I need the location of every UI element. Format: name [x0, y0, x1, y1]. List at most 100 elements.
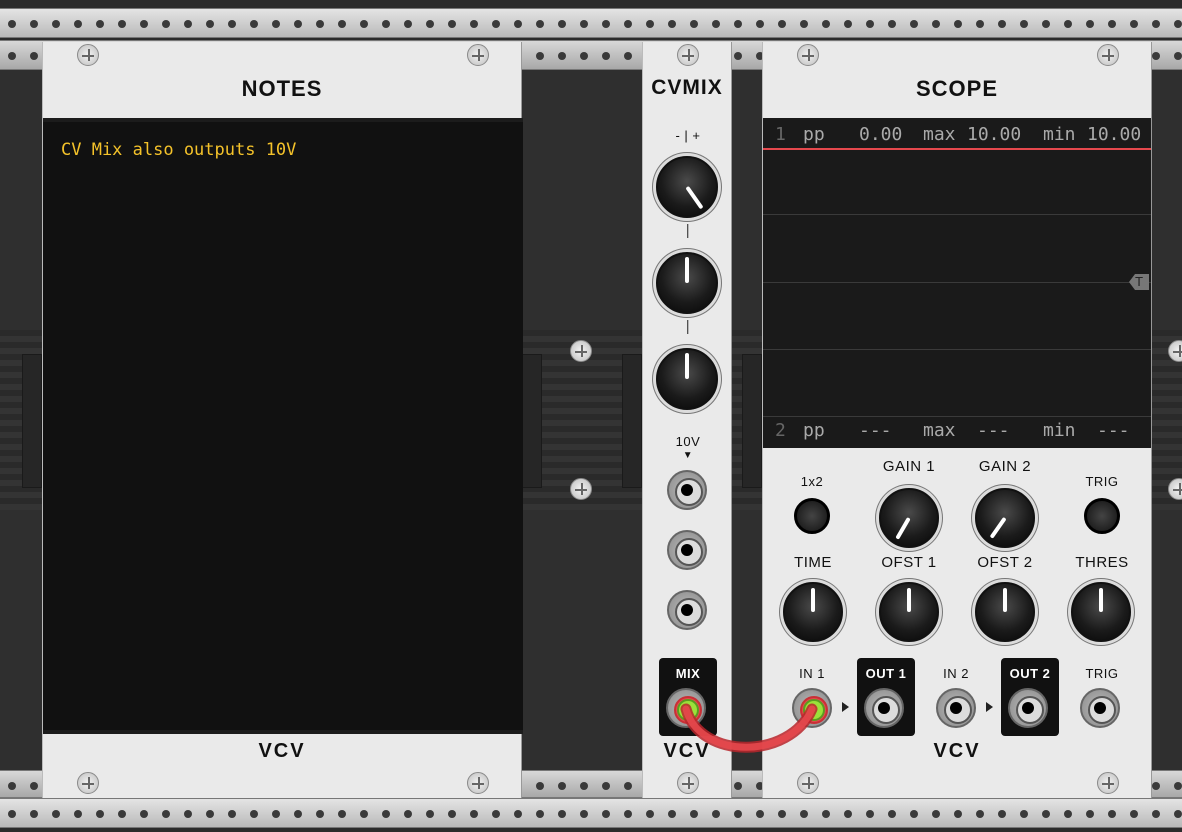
rail-hole [624, 20, 632, 28]
thres-knob[interactable] [1071, 582, 1131, 642]
rail-hole [624, 52, 632, 60]
plus-screw-icon [77, 44, 99, 66]
rail-hole [294, 20, 302, 28]
arrow-right-icon [842, 702, 849, 712]
rail-hole [118, 20, 126, 28]
rail-hole [1174, 810, 1182, 818]
trig-in-label: TRIG [1085, 666, 1119, 681]
channel1-stats: 1 pp 0.00 max 10.00 min 10.00 [763, 120, 1151, 150]
scope-module[interactable]: SCOPE 1 pp 0.00 max 10.00 min 10.00 T 2 … [762, 42, 1152, 798]
rail-hole [668, 810, 676, 818]
thres-label: THRES [1075, 554, 1129, 571]
rail-hole [822, 20, 830, 28]
channel2-pp-value: --- [859, 420, 892, 441]
time-knob[interactable] [783, 582, 843, 642]
rail-hole [470, 20, 478, 28]
rail-hole [1152, 810, 1160, 818]
cv-knob-1[interactable] [656, 156, 718, 218]
ofst1-knob[interactable] [879, 582, 939, 642]
channel2-max-label: max [923, 420, 956, 441]
channel1-pp-label: pp [803, 124, 825, 145]
cvmix-title: CVMIX [651, 76, 723, 99]
rail-hole [228, 20, 236, 28]
rail-hole [668, 20, 676, 28]
rail-hole [140, 20, 148, 28]
rail-hole [910, 20, 918, 28]
rail-hole [580, 782, 588, 790]
blank-panel [522, 354, 542, 488]
rail-hole [866, 810, 874, 818]
mix-output-box: MIX [659, 658, 717, 736]
rail-hole [492, 20, 500, 28]
channel1-min-value: 10.00 [1087, 124, 1142, 145]
in2-label: IN 2 [943, 666, 969, 681]
trig-button[interactable] [1084, 498, 1120, 534]
gain1-knob[interactable] [879, 488, 939, 548]
cv-knob-2[interactable] [656, 252, 718, 314]
rail-hole [30, 810, 38, 818]
rail-hole [888, 810, 896, 818]
rail-hole [932, 810, 940, 818]
rail-hole [426, 810, 434, 818]
rail-hole [580, 810, 588, 818]
grid-line [763, 349, 1151, 350]
rail-hole [998, 20, 1006, 28]
rail-hole [30, 782, 38, 790]
rail-hole [844, 810, 852, 818]
rail-hole [8, 52, 16, 60]
grid-line [763, 214, 1151, 215]
rail-hole [954, 20, 962, 28]
rail-hole [998, 810, 1006, 818]
rail-hole [844, 20, 852, 28]
rail-hole [910, 810, 918, 818]
arrow-right-icon [986, 702, 993, 712]
cv-input-jack-1[interactable] [667, 470, 707, 510]
range-label: - | + [675, 128, 701, 143]
rail-hole [536, 20, 544, 28]
rail-hole [1152, 782, 1160, 790]
rail-hole [404, 20, 412, 28]
notes-module[interactable]: NOTES CV Mix also outputs 10V VCV [42, 42, 523, 798]
trig-in-jack[interactable] [1080, 688, 1120, 728]
mix-output-jack[interactable] [666, 688, 706, 728]
rail-hole [932, 20, 940, 28]
rail-hole [8, 810, 16, 818]
cv-knob-3[interactable] [656, 348, 718, 410]
rail-hole [558, 810, 566, 818]
mode-1x2-button[interactable] [794, 498, 830, 534]
vcv-logo: VCV [258, 740, 306, 762]
rail-hole [624, 810, 632, 818]
rail-hole [8, 782, 16, 790]
trig-button-label: TRIG [1085, 474, 1119, 489]
top-rail [0, 8, 1182, 38]
rail-hole [448, 810, 456, 818]
ofst2-knob[interactable] [975, 582, 1035, 642]
plus-screw-icon [1097, 44, 1119, 66]
rail-hole [602, 52, 610, 60]
rail-hole [1152, 52, 1160, 60]
rail-hole [294, 810, 302, 818]
vcv-logo: VCV [663, 740, 711, 762]
notes-text[interactable]: CV Mix also outputs 10V [61, 140, 296, 160]
cvmix-module[interactable]: CVMIX - | + | | 10V ▼ MIX VCV [642, 42, 732, 798]
rail-hole [690, 20, 698, 28]
out2-jack[interactable] [1008, 688, 1048, 728]
rail-hole [514, 20, 522, 28]
rail-hole [1174, 782, 1182, 790]
gain2-knob[interactable] [975, 488, 1035, 548]
notes-text-area[interactable]: CV Mix also outputs 10V [43, 118, 523, 734]
cv-input-jack-3[interactable] [667, 590, 707, 630]
in2-jack[interactable] [936, 688, 976, 728]
rail-hole [250, 20, 258, 28]
in1-jack[interactable] [792, 688, 832, 728]
notes-title: NOTES [241, 76, 323, 101]
channel1-min-label: min [1043, 124, 1076, 145]
rail-hole [1042, 810, 1050, 818]
rail-hole [140, 810, 148, 818]
rail-hole [646, 20, 654, 28]
trigger-marker-icon[interactable]: T [1129, 274, 1149, 290]
out1-jack[interactable] [864, 688, 904, 728]
rail-hole [536, 782, 544, 790]
rail-hole [30, 20, 38, 28]
cv-input-jack-2[interactable] [667, 530, 707, 570]
